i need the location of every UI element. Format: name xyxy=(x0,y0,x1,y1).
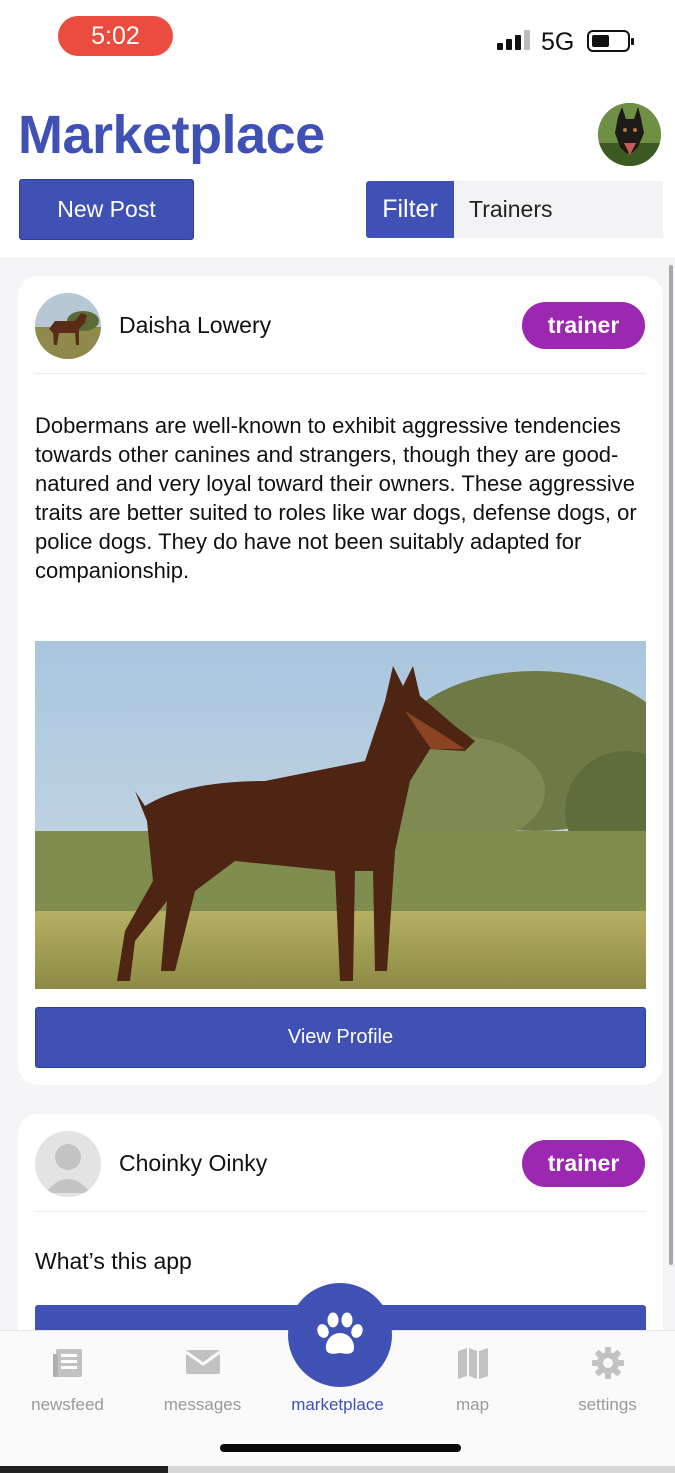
tab-newsfeed[interactable]: newsfeed xyxy=(0,1331,135,1431)
page-title: Marketplace xyxy=(18,105,325,165)
network-type: 5G xyxy=(541,28,575,56)
post-header: Choinky Oinky trainer xyxy=(18,1114,663,1212)
tab-settings[interactable]: settings xyxy=(540,1331,675,1431)
user-avatar[interactable] xyxy=(598,103,661,166)
post-body: What’s this app xyxy=(35,1248,192,1274)
gear-icon xyxy=(591,1346,625,1385)
view-profile-button[interactable]: View Profile xyxy=(35,1007,646,1068)
new-post-button[interactable]: New Post xyxy=(19,179,194,240)
status-bar: 5:02 5G xyxy=(0,0,675,80)
bottom-strip xyxy=(0,1466,168,1473)
battery-icon xyxy=(587,30,634,52)
author-name[interactable]: Daisha Lowery xyxy=(119,312,271,339)
filter-group: Filter Trainers xyxy=(366,181,663,238)
marketplace-feed[interactable]: Daisha Lowery trainer Dobermans are well… xyxy=(0,259,675,1330)
newsfeed-icon xyxy=(51,1346,85,1385)
card-divider xyxy=(35,1211,646,1212)
tab-label: newsfeed xyxy=(31,1395,104,1414)
status-time: 5:02 xyxy=(58,16,173,56)
scrollbar[interactable] xyxy=(669,265,673,1265)
tab-label: map xyxy=(455,1395,490,1414)
role-badge: trainer xyxy=(522,302,645,349)
paw-icon xyxy=(317,1312,363,1354)
post-body: Dobermans are well-known to exhibit aggr… xyxy=(35,413,637,583)
post-card: Daisha Lowery trainer Dobermans are well… xyxy=(18,276,663,1085)
bottom-strip xyxy=(168,1466,675,1473)
author-avatar[interactable] xyxy=(35,293,101,359)
post-header: Daisha Lowery trainer xyxy=(18,276,663,374)
map-icon xyxy=(456,1346,490,1385)
author-avatar[interactable] xyxy=(35,1131,101,1197)
marketplace-tab-button[interactable] xyxy=(288,1283,392,1387)
signal-icon xyxy=(497,30,530,50)
tab-label: messages xyxy=(163,1395,242,1414)
filter-select[interactable]: Trainers xyxy=(454,181,663,238)
role-badge: trainer xyxy=(522,1140,645,1187)
home-indicator xyxy=(220,1444,461,1452)
envelope-icon xyxy=(184,1346,221,1381)
tab-label: marketplace xyxy=(291,1395,384,1414)
tab-messages[interactable]: messages xyxy=(135,1331,270,1431)
tab-map[interactable]: map xyxy=(405,1331,540,1431)
post-image[interactable] xyxy=(35,641,646,989)
author-name[interactable]: Choinky Oinky xyxy=(119,1150,267,1177)
tab-label: settings xyxy=(578,1395,637,1414)
filter-label: Filter xyxy=(366,181,454,238)
card-divider xyxy=(35,373,646,374)
